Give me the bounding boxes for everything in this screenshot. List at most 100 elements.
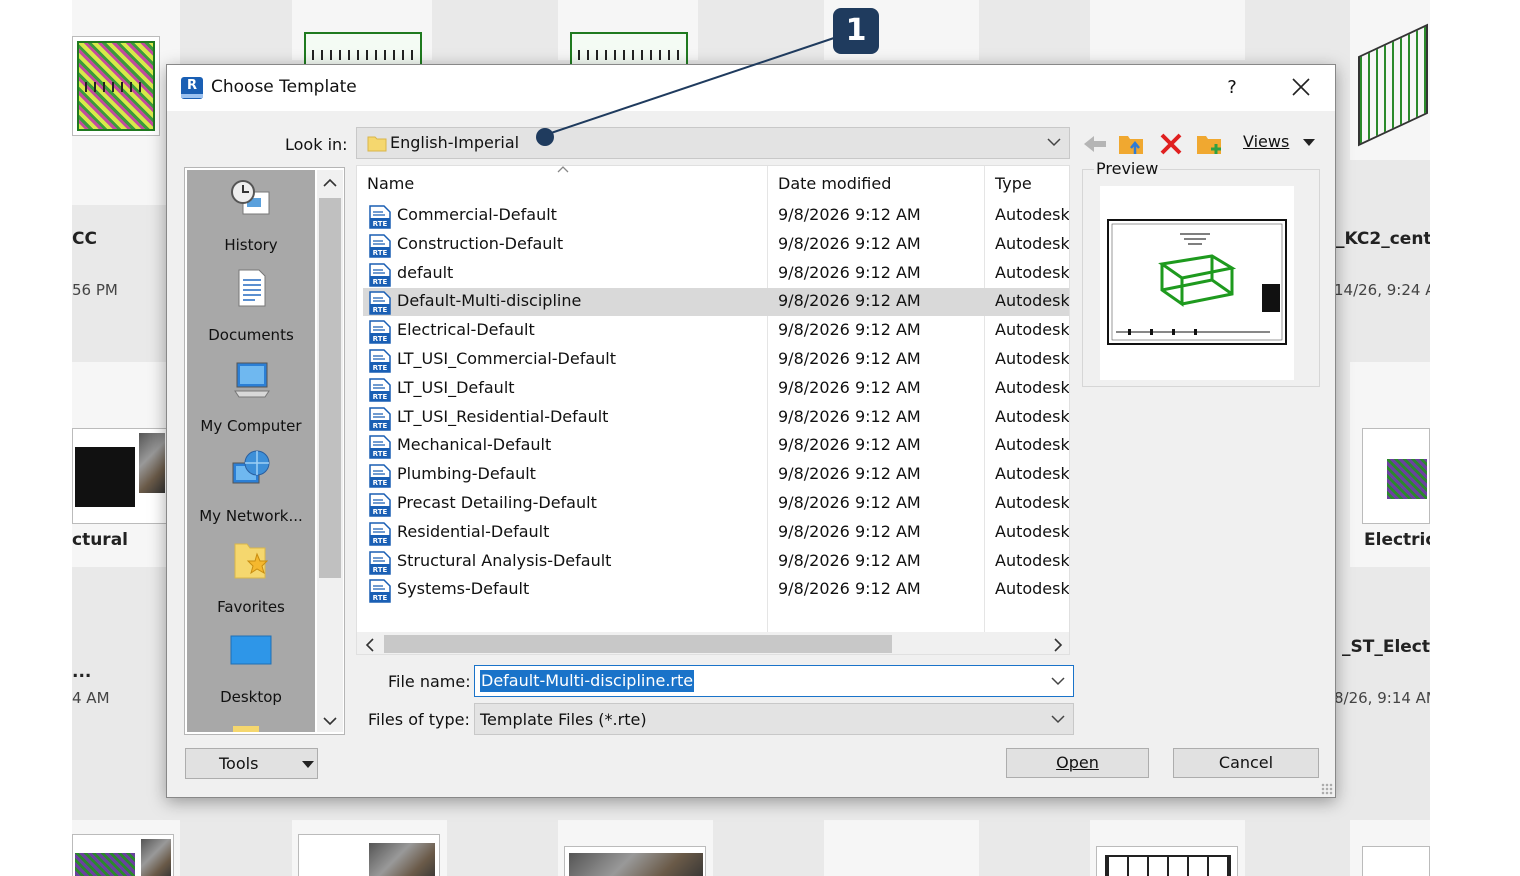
preview-panel	[1082, 169, 1320, 387]
rte-file-icon: RTE	[369, 464, 391, 488]
card-title: ctural	[72, 530, 128, 550]
rte-file-icon: RTE	[369, 551, 391, 575]
rte-file-icon: RTE	[369, 291, 391, 315]
preview-label: Preview	[1094, 159, 1161, 178]
places-scroll-thumb[interactable]	[319, 198, 341, 578]
open-button[interactable]: Open	[1006, 748, 1149, 778]
horizontal-scroll-thumb[interactable]	[384, 635, 892, 653]
file-date-cell: 9/8/2026 9:12 AM	[778, 349, 921, 368]
template-card[interactable]	[1350, 0, 1430, 160]
scroll-right-icon[interactable]	[1053, 638, 1063, 652]
template-card[interactable]	[72, 0, 180, 205]
up-folder-icon[interactable]	[1117, 130, 1145, 158]
my-computer-icon	[234, 362, 270, 398]
template-card[interactable]	[558, 820, 713, 876]
tools-button[interactable]: Tools	[185, 748, 318, 779]
scroll-left-icon[interactable]	[365, 638, 375, 652]
place-label: Desktop	[220, 688, 282, 706]
chevron-down-icon	[1051, 715, 1065, 724]
file-name-cell: Systems-Default	[397, 579, 530, 598]
scroll-up-icon[interactable]	[323, 178, 337, 188]
cancel-button[interactable]: Cancel	[1173, 748, 1319, 778]
template-card[interactable]	[1350, 820, 1430, 876]
scroll-down-icon[interactable]	[323, 716, 337, 726]
file-row[interactable]: RTE Mechanical-Default 9/8/2026 9:12 AM Aut…	[363, 432, 1069, 460]
file-row[interactable]: RTE LT_USI_Commercial-Default 9/8/2026 9:1…	[363, 346, 1069, 374]
file-date-cell: 9/8/2026 9:12 AM	[778, 234, 921, 253]
file-row[interactable]: RTE Default-Multi-discipline 9/8/2026 9:12…	[363, 288, 1069, 316]
dialog-titlebar[interactable]: R Choose Template ?	[167, 65, 1335, 111]
svg-text:RTE: RTE	[373, 278, 388, 286]
file-row[interactable]: RTE LT_USI_Default 9/8/2026 9:12 AM Autodes…	[363, 375, 1069, 403]
file-name-cell: Default-Multi-discipline	[397, 291, 582, 310]
file-name-cell: default	[397, 263, 454, 282]
file-date-cell: 9/8/2026 9:12 AM	[778, 522, 921, 541]
caret-down-icon	[302, 761, 314, 768]
rte-file-icon: RTE	[369, 522, 391, 546]
resize-grip[interactable]	[1321, 783, 1333, 795]
card-meta: 56 PM	[72, 281, 118, 299]
file-row[interactable]: RTE Construction-Default 9/8/2026 9:12 AM A…	[363, 231, 1069, 259]
file-date-cell: 9/8/2026 9:12 AM	[778, 378, 921, 397]
template-card[interactable]	[72, 820, 180, 876]
help-button[interactable]: ?	[1217, 73, 1247, 103]
file-row[interactable]: RTE Commercial-Default 9/8/2026 9:12 AM Aut…	[363, 202, 1069, 230]
card-title: _KC2_centr	[1336, 229, 1430, 249]
new-folder-icon[interactable]	[1195, 130, 1223, 158]
file-date-cell: 9/8/2026 9:12 AM	[778, 435, 921, 454]
svg-text:RTE: RTE	[373, 393, 388, 401]
template-card[interactable]	[292, 0, 432, 72]
rte-file-icon: RTE	[369, 579, 391, 603]
template-card[interactable]	[1090, 820, 1245, 876]
places-bar: History Documents My Computer My Network…	[184, 167, 345, 735]
card-thumbnail	[564, 846, 706, 876]
file-date-cell: 9/8/2026 9:12 AM	[778, 205, 921, 224]
card-meta: 8/26, 9:14 AM	[1334, 689, 1430, 707]
place-favorites[interactable]: Favorites	[187, 532, 315, 622]
delete-icon[interactable]	[1157, 130, 1185, 158]
place-desktop[interactable]: Desktop	[187, 622, 315, 712]
place-label: My Network...	[199, 507, 303, 525]
card-thumbnail	[1096, 846, 1238, 876]
rte-file-icon: RTE	[369, 378, 391, 402]
file-date-cell: 9/8/2026 9:12 AM	[778, 320, 921, 339]
file-row[interactable]: RTE default 9/8/2026 9:12 AM Autodesk	[363, 260, 1069, 288]
file-row[interactable]: RTE Plumbing-Default 9/8/2026 9:12 AM Autod…	[363, 461, 1069, 489]
my-network-icon	[232, 450, 270, 484]
template-card[interactable]	[824, 820, 979, 876]
file-list: Name Date modified Type RTE Commercial-De…	[356, 165, 1070, 655]
file-row[interactable]: RTE Systems-Default 9/8/2026 9:12 AM Autode…	[363, 576, 1069, 604]
file-row[interactable]: RTE Structural Analysis-Default 9/8/2026 9…	[363, 548, 1069, 576]
file-name-combobox[interactable]: Default-Multi-discipline.rte	[474, 665, 1074, 697]
file-name-cell: LT_USI_Residential-Default	[397, 407, 609, 426]
file-name-input[interactable]: Default-Multi-discipline.rte	[480, 670, 695, 692]
folder-icon	[367, 136, 387, 152]
card-title: Electric	[1364, 530, 1430, 550]
place-history[interactable]: History	[187, 170, 315, 260]
file-type-dropdown[interactable]: Template Files (*.rte)	[474, 703, 1074, 735]
file-row[interactable]: RTE Electrical-Default 9/8/2026 9:12 AM Aut…	[363, 317, 1070, 345]
template-card[interactable]	[292, 820, 447, 876]
file-type-cell: Autodesk	[995, 320, 1070, 339]
places-scrollbar[interactable]	[317, 170, 343, 732]
column-header-date-modified[interactable]: Date modified	[778, 174, 891, 193]
file-row[interactable]: RTE Precast Detailing-Default 9/8/2026 9:1…	[363, 490, 1070, 518]
file-row[interactable]: RTE LT_USI_Residential-Default 9/8/2026 9:…	[363, 404, 1069, 432]
template-card[interactable]	[1090, 0, 1245, 60]
place-my-network[interactable]: My Network...	[187, 441, 315, 531]
back-arrow-icon[interactable]	[1081, 130, 1109, 158]
file-type-cell: Autodesk	[995, 493, 1070, 512]
column-header-name[interactable]: Name	[367, 174, 414, 193]
place-my-computer[interactable]: My Computer	[187, 351, 315, 441]
place-documents[interactable]: Documents	[187, 260, 315, 350]
close-button[interactable]	[1283, 71, 1319, 105]
caret-down-icon[interactable]	[1303, 139, 1315, 147]
chevron-down-icon[interactable]	[1051, 676, 1065, 686]
look-in-dropdown[interactable]: English-Imperial	[356, 127, 1070, 159]
place-label: My Computer	[200, 417, 302, 435]
file-row[interactable]: RTE Residential-Default 9/8/2026 9:12 AM Au…	[363, 519, 1069, 547]
column-header-type[interactable]: Type	[995, 174, 1032, 193]
horizontal-scrollbar[interactable]	[357, 632, 1069, 654]
template-card[interactable]	[558, 0, 698, 72]
views-menu-button[interactable]: Views	[1243, 132, 1289, 151]
